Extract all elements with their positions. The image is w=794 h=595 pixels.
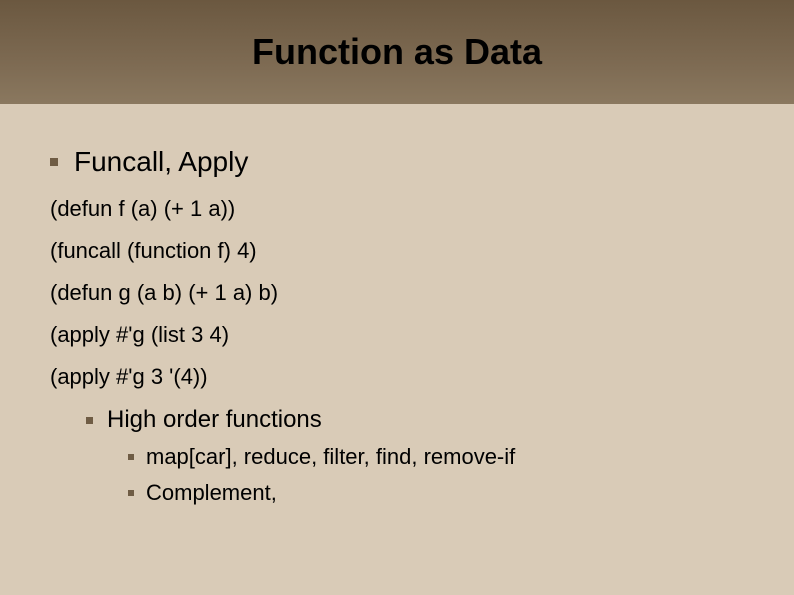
code-line: (apply #'g (list 3 4) (50, 322, 744, 348)
bullet-icon (128, 490, 134, 496)
bullet-label: map[car], reduce, filter, find, remove-i… (146, 444, 515, 470)
bullet-item: Complement, (50, 480, 744, 506)
code-line: (funcall (function f) 4) (50, 238, 744, 264)
code-line: (apply #'g 3 '(4)) (50, 364, 744, 390)
slide-title: Function as Data (252, 31, 542, 73)
code-line: (defun g (a b) (+ 1 a) b) (50, 280, 744, 306)
slide-content: Funcall, Apply (defun f (a) (+ 1 a)) (fu… (0, 104, 794, 506)
bullet-icon (50, 158, 58, 166)
bullet-label: Complement, (146, 480, 277, 506)
bullet-label: Funcall, Apply (74, 146, 248, 178)
slide: Function as Data Funcall, Apply (defun f… (0, 0, 794, 595)
bullet-item: Funcall, Apply (50, 146, 744, 178)
code-line: (defun f (a) (+ 1 a)) (50, 196, 744, 222)
header-band: Function as Data (0, 0, 794, 104)
bullet-icon (86, 417, 93, 424)
bullet-icon (128, 454, 134, 460)
bullet-item: map[car], reduce, filter, find, remove-i… (50, 444, 744, 470)
bullet-item: High order functions (50, 406, 744, 434)
bullet-label: High order functions (107, 406, 322, 434)
